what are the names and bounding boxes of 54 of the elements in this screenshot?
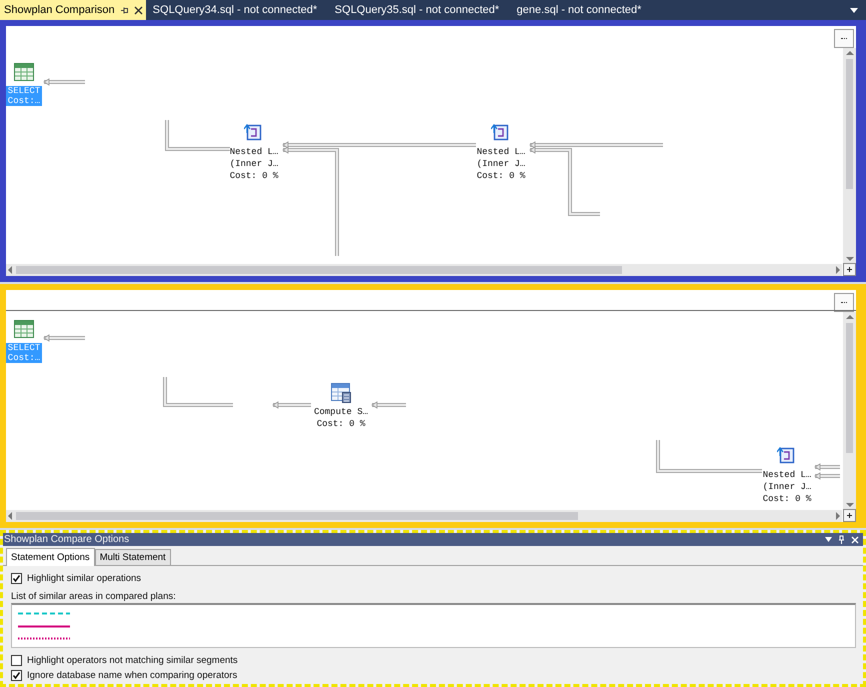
document-tab[interactable]: gene.sql - not connected* <box>512 0 695 20</box>
zoom-plus-icon[interactable] <box>843 263 856 276</box>
node-label: Nested L… <box>230 146 278 158</box>
ellipsis-button[interactable] <box>834 29 854 48</box>
node-label: (Inner J… <box>762 481 812 493</box>
node-label: SELECT <box>8 343 40 353</box>
node-label: Nested L… <box>476 146 526 158</box>
document-tab[interactable]: SQLQuery34.sql - not connected* <box>148 0 331 20</box>
options-tab[interactable]: Multi Statement <box>94 549 171 565</box>
node-label: (Inner J… <box>476 158 526 170</box>
node-label: Cost: 0 % <box>762 493 812 505</box>
node-label: SELECT <box>8 86 40 96</box>
connector-line <box>163 377 233 407</box>
ellipsis-button[interactable] <box>834 293 854 312</box>
checkbox-label: Highlight operators not matching similar segments <box>27 655 238 666</box>
checkbox[interactable] <box>11 670 22 681</box>
zoom-plus-icon[interactable] <box>843 509 856 522</box>
vertical-scrollbar[interactable] <box>843 48 856 264</box>
dropdown-icon[interactable] <box>825 537 832 542</box>
list-label: List of similar areas in compared plans: <box>11 591 177 603</box>
checkbox[interactable] <box>11 573 22 584</box>
options-tab[interactable]: Statement Options <box>6 548 95 566</box>
document-tab[interactable]: Showplan Comparison <box>0 0 146 20</box>
similar-areas-list[interactable] <box>11 603 856 648</box>
connector-line <box>165 120 230 151</box>
loop-icon[interactable] <box>777 446 797 466</box>
node-label: Compute S… <box>314 406 368 418</box>
horizontal-scrollbar[interactable] <box>6 264 842 276</box>
vertical-scrollbar[interactable] <box>843 312 856 510</box>
connector-arrow <box>272 401 311 409</box>
horizontal-scrollbar[interactable] <box>6 510 842 522</box>
node-label: Nested L… <box>762 469 812 481</box>
checkbox[interactable] <box>11 655 22 666</box>
checkbox-label: Highlight similar operations <box>27 573 142 584</box>
node-label: Cost:… <box>8 353 40 363</box>
table-icon[interactable] <box>14 320 34 340</box>
checkbox-label: Ignore database name when comparing operators <box>27 670 238 681</box>
document-tab[interactable]: SQLQuery35.sql - not connected* <box>330 0 513 20</box>
table-icon[interactable] <box>14 63 34 83</box>
node-label: Cost: 0 % <box>476 170 526 182</box>
connector-arrow <box>371 401 406 409</box>
close-icon[interactable] <box>134 6 143 14</box>
pin-icon[interactable] <box>120 6 129 14</box>
calculator-table-icon[interactable] <box>331 383 351 403</box>
connector-arrow <box>43 334 85 342</box>
dropdown-icon[interactable] <box>850 8 858 12</box>
node-label: Cost:… <box>8 96 40 106</box>
node-label: Cost: 0 % <box>316 418 366 430</box>
connector-arrow <box>43 78 85 86</box>
node-label: Cost: 0 % <box>230 170 278 182</box>
loop-icon[interactable] <box>491 123 511 143</box>
loop-icon[interactable] <box>244 123 264 143</box>
panel-title: Showplan Compare Options <box>4 533 130 546</box>
node-label: (Inner J… <box>230 158 278 170</box>
